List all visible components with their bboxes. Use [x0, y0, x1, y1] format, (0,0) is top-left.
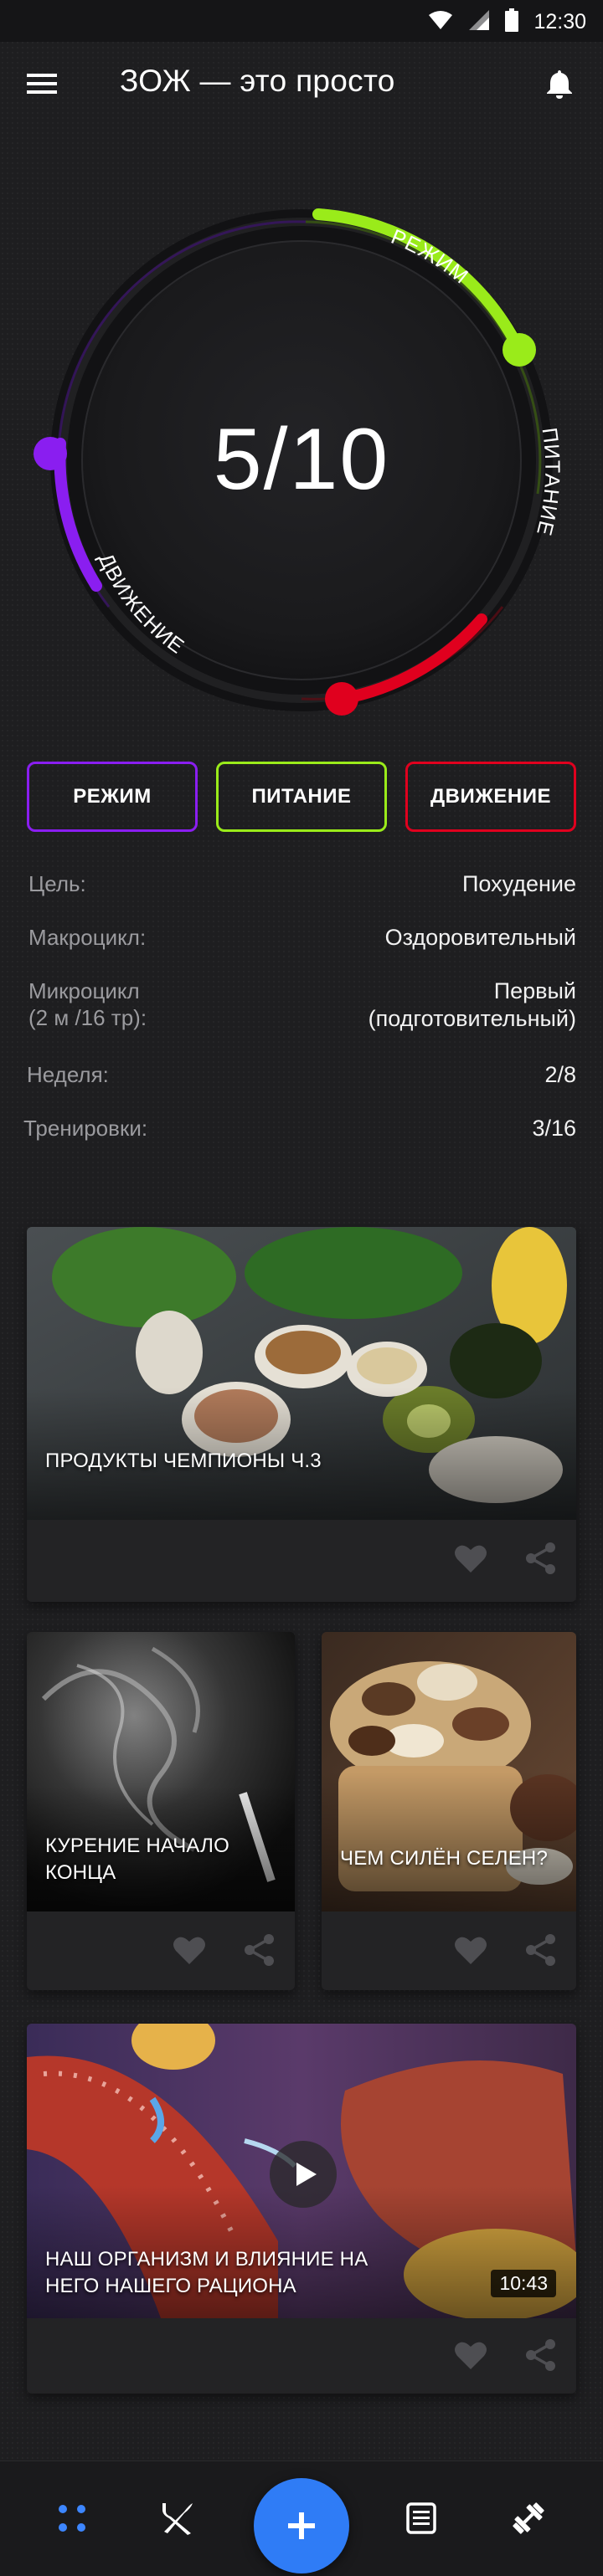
video-duration-badge: 10:43	[491, 2270, 556, 2297]
cutlery-icon[interactable]	[154, 2495, 201, 2542]
smoking-card-actions	[173, 1933, 276, 1971]
video-card-title-line2: НЕГО НАШЕГО РАЦИОНА	[45, 2275, 296, 2297]
workouts-value: 3/16	[532, 1116, 576, 1141]
heart-icon[interactable]	[454, 1543, 487, 1578]
article-card-foods[interactable]: ПРОДУКТЫ ЧЕМПИОНЫ Ч.3	[27, 1227, 576, 1602]
selenium-card-title: ЧЕМ СИЛЁН СЕЛЕН?	[340, 1847, 548, 1870]
nutrition-progress-knob	[325, 682, 358, 716]
foods-card-actions	[454, 1542, 558, 1579]
workouts-label: Тренировки:	[23, 1116, 148, 1141]
bell-icon[interactable]	[543, 67, 583, 107]
goal-value: Похудение	[461, 871, 576, 896]
goal-label: Цель:	[28, 871, 86, 896]
hamburger-icon[interactable]	[25, 70, 69, 104]
microcycle-value-detail: (подготовительный)	[368, 1006, 576, 1031]
add-button[interactable]	[254, 2478, 349, 2573]
article-card-smoking[interactable]: КУРЕНИЕ НАЧАЛО КОНЦА	[27, 1632, 295, 1990]
heart-icon[interactable]	[173, 1935, 206, 1969]
smoking-card-title-line1: КУРЕНИЕ НАЧАЛО	[45, 1835, 229, 1857]
share-icon[interactable]	[524, 2338, 558, 2376]
video-card-nutrition[interactable]: НАШ ОРГАНИЗМ И ВЛИЯНИЕ НА НЕГО НАШЕГО РА…	[27, 2024, 576, 2394]
app-bar: ЗОЖ — это просто	[0, 42, 603, 126]
movement-button[interactable]: ДВИЖЕНИЕ	[405, 762, 576, 832]
video-card-title: НАШ ОРГАНИЗМ И ВЛИЯНИЕ НА НЕГО НАШЕГО РА…	[45, 2246, 368, 2300]
week-value: 2/8	[544, 1062, 576, 1087]
macrocycle-value: Оздоровительный	[384, 925, 576, 950]
video-card-title-line1: НАШ ОРГАНИЗМ И ВЛИЯНИЕ НА	[45, 2248, 368, 2271]
share-icon[interactable]	[524, 1933, 558, 1971]
dumbbell-icon[interactable]	[505, 2495, 552, 2542]
nutrition-button[interactable]: ПИТАНИЕ	[216, 762, 387, 832]
macrocycle-label: Макроцикл:	[28, 925, 147, 950]
heart-icon[interactable]	[454, 2340, 487, 2374]
share-icon[interactable]	[524, 1542, 558, 1579]
regime-button[interactable]: РЕЖИМ	[27, 762, 198, 832]
status-bar: 12:30	[0, 0, 603, 42]
dashboard-icon[interactable]	[49, 2495, 95, 2542]
plus-icon	[288, 2512, 315, 2539]
gauge-score: 5/10	[213, 411, 390, 508]
progress-gauge: РЕЖИМ ПИТАНИЕ ДВИЖЕНИЕ 5/10	[34, 184, 570, 736]
signal-icon	[468, 9, 490, 35]
microcycle-label-detail: (2 м /16 тр):	[28, 1005, 147, 1030]
list-icon[interactable]	[398, 2495, 445, 2542]
regime-progress-knob	[502, 333, 536, 367]
heart-icon[interactable]	[454, 1935, 487, 1969]
microcycle-value: Первый	[493, 978, 576, 1003]
article-card-selenium[interactable]: ЧЕМ СИЛЁН СЕЛЕН?	[322, 1632, 576, 1990]
pillar-buttons: РЕЖИМ ПИТАНИЕ ДВИЖЕНИЕ	[27, 762, 576, 832]
bottom-navigation	[0, 2461, 603, 2576]
status-time: 12:30	[533, 10, 586, 33]
selenium-card-actions	[454, 1933, 558, 1971]
share-icon[interactable]	[243, 1933, 276, 1971]
week-label: Неделя:	[27, 1062, 109, 1087]
app-title: ЗОЖ — это просто	[120, 64, 395, 98]
battery-icon	[505, 8, 519, 36]
smoking-card-title: КУРЕНИЕ НАЧАЛО КОНЦА	[45, 1833, 229, 1886]
microcycle-label: Микроцикл	[28, 978, 140, 1003]
smoking-card-title-line2: КОНЦА	[45, 1861, 116, 1884]
foods-image	[27, 1227, 576, 1520]
video-card-actions	[454, 2338, 558, 2376]
foods-card-title: ПРОДУКТЫ ЧЕМПИОНЫ Ч.3	[45, 1450, 322, 1472]
wifi-icon	[428, 10, 453, 34]
play-button[interactable]	[270, 2141, 337, 2208]
